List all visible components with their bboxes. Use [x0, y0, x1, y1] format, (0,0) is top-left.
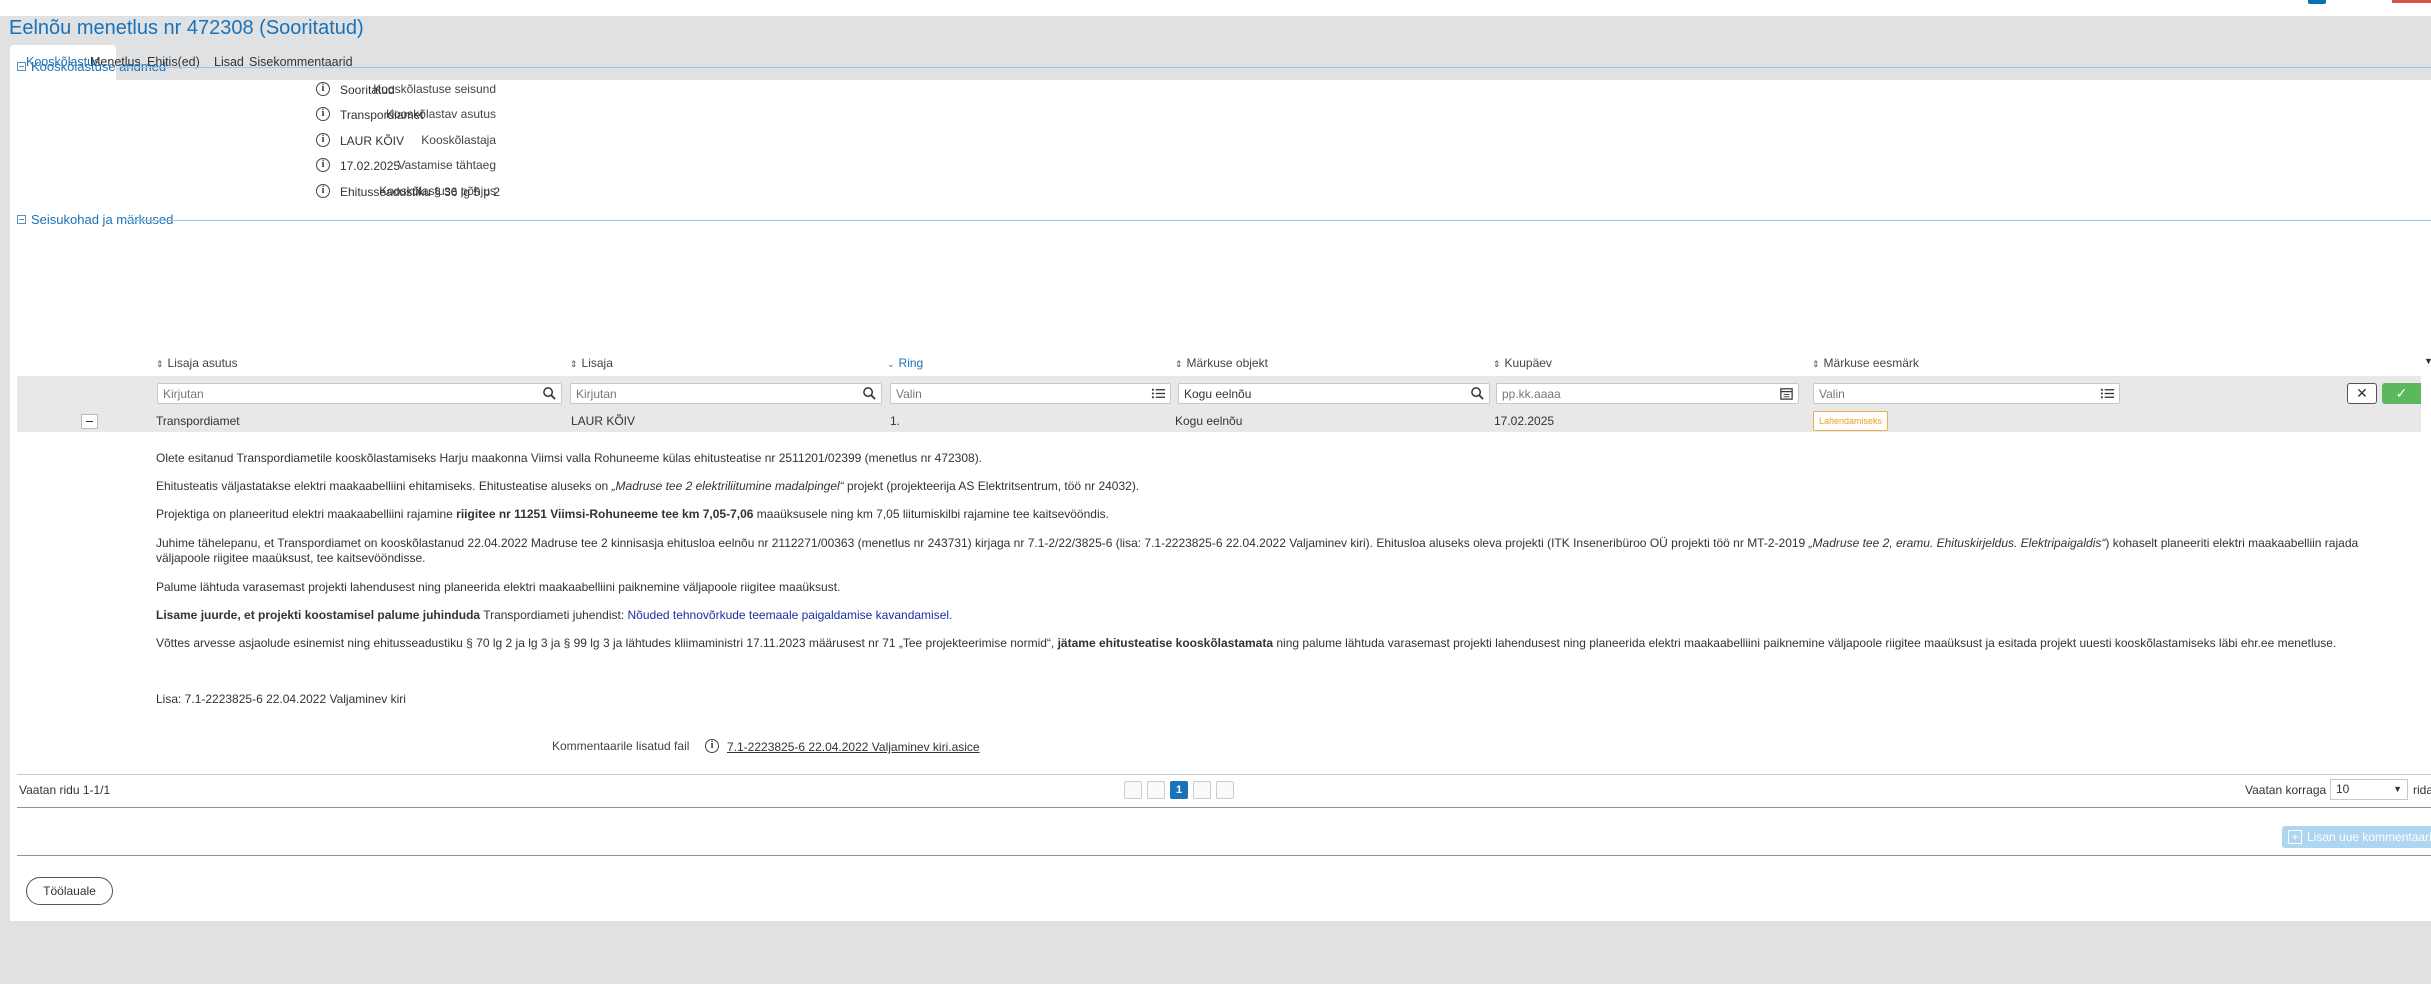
- filter-markuse-eesmark-input[interactable]: [1814, 384, 2119, 403]
- search-icon[interactable]: [862, 386, 877, 401]
- first-page-button[interactable]: [1124, 781, 1142, 799]
- search-icon[interactable]: [1470, 386, 1485, 401]
- sort-icon: ⇕: [1812, 359, 1820, 369]
- sort-icon: ⇕: [1175, 359, 1183, 369]
- page-title: Eelnõu menetlus nr 472308 (Sooritatud): [9, 17, 364, 39]
- section-remarks-title: Seisukohad ja märkused: [31, 211, 174, 227]
- list-icon[interactable]: [1151, 386, 1166, 401]
- section-remarks-header[interactable]: Seisukohad ja märkused: [17, 211, 173, 227]
- info-icon[interactable]: i: [705, 739, 719, 753]
- comment-paragraph: Palume lähtuda varasemast projekti lahen…: [156, 580, 841, 594]
- field-value-tahtaeg: 17.02.2025: [340, 159, 401, 173]
- comment-paragraph: Lisame juurde, et projekti koostamisel p…: [156, 608, 953, 622]
- column-header-markuse-objekt[interactable]: ⇕ Märkuse objekt: [1175, 356, 1268, 370]
- per-page-select[interactable]: 10 ▼: [2330, 779, 2408, 800]
- attachment-label: Kommentaarile lisatud fail: [552, 739, 690, 753]
- filter-markuse-objekt[interactable]: [1178, 383, 1490, 404]
- collapse-icon[interactable]: [17, 214, 26, 224]
- comment-paragraph: Olete esitanud Transpordiametile kooskõl…: [156, 451, 983, 465]
- column-header-ring[interactable]: ⌄ Ring: [887, 356, 923, 370]
- divider: [17, 855, 2431, 856]
- filter-kuupaev[interactable]: [1496, 383, 1799, 404]
- guideline-link[interactable]: Nõuded tehnovõrkude teemaale paigaldamis…: [628, 608, 953, 622]
- field-value-seisund: Sooritatud: [340, 83, 395, 97]
- cell-lisaja: LAUR KÕIV: [571, 414, 636, 428]
- field-label-kooskolastaja: Kooskõlastaja: [421, 133, 496, 147]
- section-divider: [125, 220, 2431, 221]
- back-to-dashboard-button[interactable]: Töölauale: [26, 877, 113, 905]
- field-value-kooskolastaja: LAUR KÕIV: [340, 134, 405, 148]
- comment-paragraph: Juhime tähelepanu, et Transpordiamet on …: [156, 536, 2359, 565]
- collapse-row-button[interactable]: [81, 414, 98, 429]
- search-icon[interactable]: [542, 386, 557, 401]
- filter-lisaja[interactable]: [570, 383, 882, 404]
- filter-lisaja-asutus-input[interactable]: [158, 384, 561, 403]
- add-comment-button[interactable]: + Lisan uue kommentaari: [2282, 826, 2431, 848]
- divider: [17, 807, 2431, 808]
- per-page-tail: rida: [2413, 783, 2431, 797]
- list-icon[interactable]: [2100, 386, 2115, 401]
- prev-page-button[interactable]: [1147, 781, 1165, 799]
- collapse-icon[interactable]: [17, 61, 26, 71]
- info-icon[interactable]: i: [316, 133, 330, 147]
- tab-sisekommentaarid[interactable]: Sisekommentaarid: [233, 45, 369, 80]
- field-value-pohjus: Ehitusseadustiku § 36 lg 5 p 2: [340, 185, 501, 199]
- filter-lisaja-input[interactable]: [571, 384, 881, 403]
- sort-icon: ⇕: [570, 359, 578, 369]
- filter-row: ✕ ✓: [17, 376, 2421, 410]
- comment-paragraph: Ehitusteatis väljastatakse elektri maaka…: [156, 479, 1140, 493]
- filter-kuupaev-input[interactable]: [1497, 384, 1798, 403]
- calendar-icon[interactable]: [1779, 386, 1794, 401]
- filter-markuse-eesmark[interactable]: [1813, 383, 2120, 404]
- column-menu-icon[interactable]: ▼: [2424, 356, 2431, 366]
- info-icon[interactable]: i: [316, 184, 330, 198]
- sort-down-icon: ⌄: [887, 359, 895, 369]
- cell-lisaja-asutus: Transpordiamet: [156, 414, 240, 428]
- chevron-down-icon: ▼: [2393, 784, 2402, 794]
- next-page-button[interactable]: [1193, 781, 1211, 799]
- column-header-lisaja-asutus[interactable]: ⇕ Lisaja asutus: [156, 356, 238, 370]
- column-header-markuse-eesmark[interactable]: ⇕ Märkuse eesmärk: [1812, 356, 1919, 370]
- attachment-link[interactable]: 7.1-2223825-6 22.04.2022 Valjaminev kiri…: [727, 740, 980, 754]
- section-agreement-title: Kooskõlastuse andmed: [31, 58, 167, 74]
- plus-icon: +: [2288, 830, 2302, 844]
- filter-ring-input[interactable]: [891, 384, 1170, 403]
- user-icon[interactable]: [2308, 0, 2326, 4]
- sort-icon: ⇕: [1493, 359, 1501, 369]
- info-icon[interactable]: i: [316, 107, 330, 121]
- column-header-kuupaev[interactable]: ⇕ Kuupäev: [1493, 356, 1552, 370]
- status-badge: Lahendamiseks: [1813, 411, 1889, 431]
- table-row[interactable]: Transpordiamet LAUR KÕIV 1. Kogu eelnõu …: [17, 410, 2421, 432]
- per-page-label: Vaatan korraga: [2245, 783, 2327, 797]
- divider: [17, 774, 2431, 775]
- section-agreement-header[interactable]: Kooskõlastuse andmed: [17, 58, 166, 74]
- cell-ring: 1.: [890, 414, 901, 428]
- field-value-asutus: Transpordiamet: [340, 108, 424, 122]
- tab-bar: Kooskõlastus Menetlus Ehitis(ed) Lisad S…: [10, 45, 2431, 80]
- cell-markuse-objekt: Kogu eelnõu: [1175, 414, 1243, 428]
- column-header-lisaja[interactable]: ⇕ Lisaja: [570, 356, 613, 370]
- info-icon[interactable]: i: [316, 82, 330, 96]
- logout-icon[interactable]: [2392, 0, 2431, 3]
- section-divider: [123, 67, 2431, 68]
- rows-info: Vaatan ridu 1-1/1: [19, 783, 111, 797]
- filter-ring[interactable]: [890, 383, 1171, 404]
- top-bar: [0, 0, 2431, 16]
- cell-kuupaev: 17.02.2025: [1494, 414, 1555, 428]
- check-icon: ✓: [2395, 385, 2408, 401]
- apply-filters-button[interactable]: ✓: [2382, 383, 2421, 404]
- comment-paragraph: Projektiga on planeeritud elektri maakaa…: [156, 507, 1109, 521]
- sort-icon: ⇕: [156, 359, 164, 369]
- field-label-tahtaeg: Vastamise tähtaeg: [397, 158, 496, 172]
- filter-markuse-objekt-input[interactable]: [1179, 384, 1489, 403]
- info-icon[interactable]: i: [316, 158, 330, 172]
- page-button-current[interactable]: 1: [1170, 781, 1188, 799]
- last-page-button[interactable]: [1216, 781, 1234, 799]
- comment-paragraph: Lisa: 7.1-2223825-6 22.04.2022 Valjamine…: [156, 692, 406, 706]
- clear-filters-button[interactable]: ✕: [2347, 383, 2377, 404]
- comment-paragraph: Võttes arvesse asjaolude esinemist ning …: [156, 636, 2337, 650]
- close-icon: ✕: [2356, 385, 2368, 401]
- filter-lisaja-asutus[interactable]: [157, 383, 562, 404]
